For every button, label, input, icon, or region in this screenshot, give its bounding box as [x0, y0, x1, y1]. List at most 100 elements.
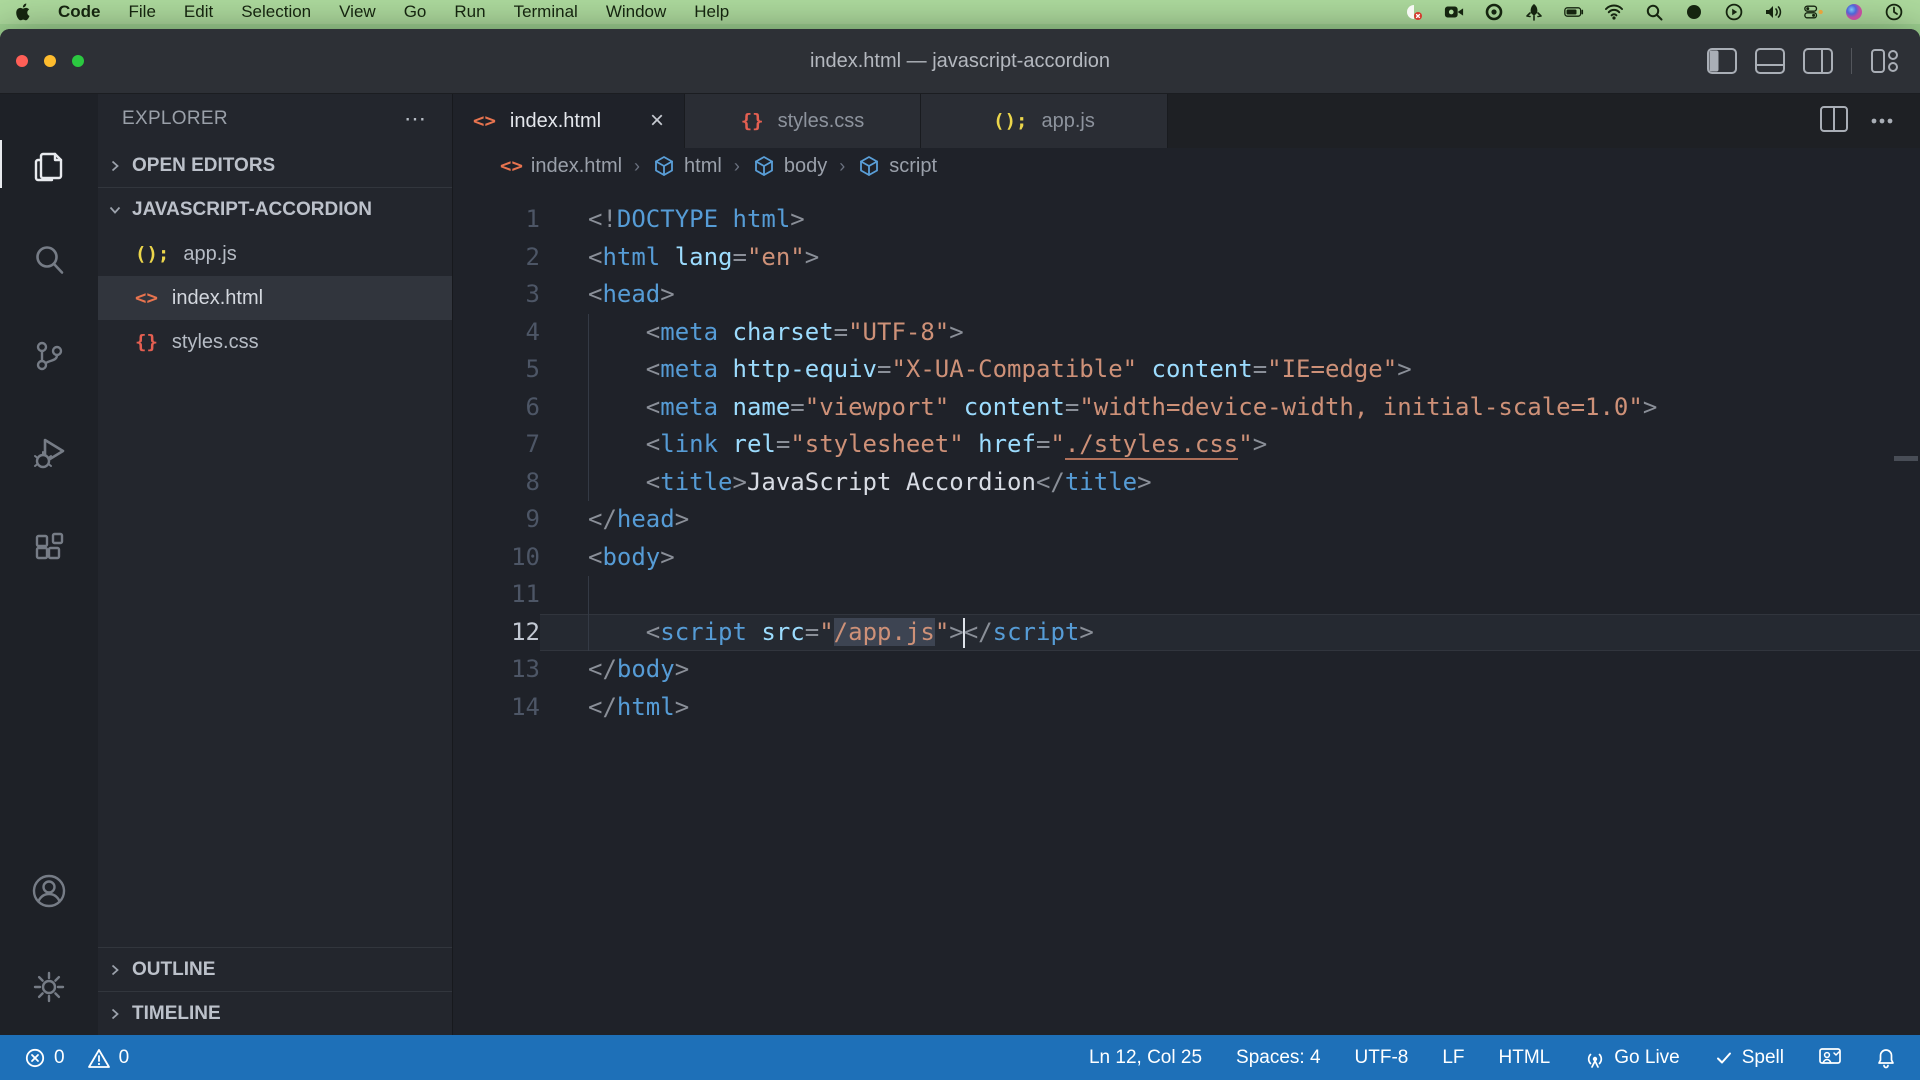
activity-bar [0, 94, 98, 1035]
token: "en" [747, 243, 805, 271]
tab-styles.css[interactable]: {}styles.css [685, 94, 921, 148]
activitybar-source-control[interactable] [0, 308, 98, 404]
status-bell[interactable] [1876, 1047, 1896, 1069]
outline-section[interactable]: OUTLINE [98, 947, 452, 991]
menubar-siri-icon[interactable] [1844, 3, 1864, 21]
menu-code[interactable]: Code [44, 2, 115, 21]
token: = [834, 318, 848, 346]
views-and-more-actions-icon[interactable]: ⋯ [404, 106, 428, 132]
status-label: LF [1442, 1047, 1464, 1069]
activitybar-settings[interactable] [0, 939, 98, 1035]
more-actions-icon[interactable] [1870, 112, 1894, 130]
status-0[interactable]: 0 [24, 1047, 65, 1069]
menubar-camera-icon[interactable] [1444, 3, 1464, 21]
html-file-icon: <> [500, 155, 523, 177]
menubar-wifi-icon[interactable] [1604, 3, 1624, 21]
symbol-cube-icon [857, 154, 881, 178]
split-editor-icon[interactable] [1820, 106, 1848, 137]
menu-selection[interactable]: Selection [227, 2, 325, 21]
code-line-4: 4 <meta charset="UTF-8"> [453, 314, 1920, 352]
token: script [993, 618, 1080, 646]
status-lf[interactable]: LF [1442, 1047, 1464, 1069]
menubar-battery-icon[interactable] [1564, 3, 1584, 21]
token: " [1050, 430, 1064, 458]
timeline-section[interactable]: TIMELINE [98, 991, 452, 1035]
apple-logo-icon[interactable] [16, 3, 32, 21]
chevron-right-icon [98, 1006, 132, 1022]
status-utf-8[interactable]: UTF-8 [1355, 1047, 1409, 1069]
warning-icon [87, 1047, 111, 1069]
menu-terminal[interactable]: Terminal [500, 2, 592, 21]
token: "width=device-width, initial-scale=1.0" [1079, 393, 1643, 421]
token: meta [660, 318, 718, 346]
close-tab-icon[interactable]: × [650, 107, 664, 135]
menubar-control-center-icon[interactable] [1804, 3, 1824, 21]
breadcrumb-index.html[interactable]: <>index.html [500, 155, 622, 178]
menubar-clock-icon[interactable] [1884, 3, 1904, 21]
menu-go[interactable]: Go [390, 2, 441, 21]
file-item-index.html[interactable]: <>index.html [98, 276, 452, 320]
token: = [877, 355, 891, 383]
activitybar-explorer[interactable] [0, 116, 98, 212]
menu-view[interactable]: View [325, 2, 390, 21]
status-label: HTML [1499, 1047, 1551, 1069]
activitybar-run-debug[interactable] [0, 404, 98, 500]
file-item-app.js[interactable]: ();app.js [98, 232, 452, 276]
breadcrumb-body[interactable]: body [752, 154, 827, 178]
token [1137, 355, 1151, 383]
toggle-secondary-sidebar-icon[interactable] [1803, 48, 1833, 74]
menu-window[interactable]: Window [592, 2, 680, 21]
menubar-rocket-icon[interactable] [1524, 3, 1544, 21]
status-spell[interactable]: Spell [1714, 1047, 1784, 1069]
line-number: 2 [453, 239, 540, 277]
line-number: 6 [453, 389, 540, 427]
token [588, 318, 646, 346]
token [588, 355, 646, 383]
toggle-primary-sidebar-icon[interactable] [1707, 48, 1737, 74]
menu-file[interactable]: File [115, 2, 170, 21]
menubar-record-icon[interactable] [1484, 3, 1504, 21]
activitybar-extensions[interactable] [0, 500, 98, 596]
token: link [660, 430, 718, 458]
token [718, 355, 732, 383]
status-0[interactable]: 0 [87, 1047, 130, 1069]
bell-icon [1876, 1047, 1896, 1069]
menubar-play-circle-icon[interactable] [1724, 3, 1744, 21]
file-item-styles.css[interactable]: {}styles.css [98, 320, 452, 364]
code-line-3: 3<head> [453, 276, 1920, 314]
code-editor[interactable]: 1<!DOCTYPE html>2<html lang="en">3<head>… [453, 184, 1920, 1035]
token: head [617, 505, 675, 533]
open-editors-section[interactable]: OPEN EDITORS [98, 144, 452, 188]
status-feedback[interactable] [1818, 1047, 1842, 1069]
activitybar-search[interactable] [0, 212, 98, 308]
customize-layout-icon[interactable] [1870, 48, 1900, 74]
menu-edit[interactable]: Edit [170, 2, 227, 21]
tab-app.js[interactable]: ();app.js [921, 94, 1168, 148]
token: < [588, 543, 602, 571]
menu-run[interactable]: Run [440, 2, 499, 21]
breadcrumb-script[interactable]: script [857, 154, 937, 178]
title-bar[interactable]: index.html — javascript-accordion [0, 29, 1920, 94]
status-ln-12-col-25[interactable]: Ln 12, Col 25 [1089, 1047, 1202, 1069]
activitybar-account[interactable] [0, 843, 98, 939]
toggle-panel-icon[interactable] [1755, 48, 1785, 74]
menu-help[interactable]: Help [680, 2, 743, 21]
menubar-volume-icon[interactable] [1764, 3, 1784, 21]
line-number: 14 [453, 689, 540, 727]
status-bar: 0 0 Ln 12, Col 25 Spaces: 4 UTF-8 LF HTML Go L… [0, 1035, 1920, 1080]
status-spaces-4[interactable]: Spaces: 4 [1236, 1047, 1321, 1069]
breadcrumb-html[interactable]: html [652, 154, 722, 178]
window-title: index.html — javascript-accordion [0, 50, 1920, 73]
tab-index.html[interactable]: <>index.html× [453, 94, 685, 148]
line-number: 9 [453, 501, 540, 539]
status-go-live[interactable]: Go Live [1584, 1047, 1679, 1069]
menubar-search-icon[interactable] [1644, 3, 1664, 21]
status-label: 0 [119, 1047, 130, 1069]
status-html[interactable]: HTML [1499, 1047, 1551, 1069]
menubar-focus-icon[interactable] [1684, 3, 1704, 21]
token: = [805, 618, 819, 646]
project-folder-section[interactable]: JAVASCRIPT-ACCORDION [98, 188, 452, 232]
line-content: </head> [540, 501, 1920, 539]
menubar-app-badge-icon[interactable] [1404, 3, 1424, 21]
file-name: styles.css [172, 331, 259, 354]
